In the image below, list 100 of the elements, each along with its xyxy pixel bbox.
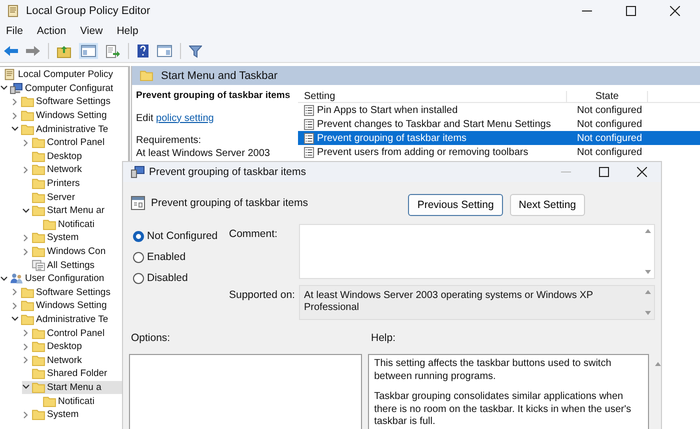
policy-setting-icon bbox=[304, 104, 314, 116]
help-paragraph: Taskbar grouping consolidates similar applications when there is no room on the taskbar. It kicks in when the user's taskbar is full. bbox=[374, 391, 632, 428]
radio-icon[interactable] bbox=[133, 272, 144, 284]
tree-item[interactable]: Control Panel bbox=[22, 136, 128, 150]
tree-item[interactable]: System bbox=[22, 231, 128, 245]
export-list-icon[interactable] bbox=[106, 44, 120, 58]
tree-item[interactable]: Software Settings bbox=[11, 286, 128, 300]
chevron-down-icon[interactable] bbox=[11, 126, 19, 132]
setting-window-icon bbox=[131, 196, 145, 210]
tree-item[interactable]: Computer Configurat bbox=[0, 82, 128, 96]
chevron-down-icon[interactable] bbox=[22, 208, 30, 214]
radio-option[interactable]: Enabled bbox=[133, 251, 229, 263]
supported-on-label: Supported on: bbox=[229, 288, 296, 303]
tree-item[interactable]: Control Panel bbox=[22, 326, 128, 340]
scroll-up-icon[interactable] bbox=[645, 229, 651, 233]
chevron-down-icon[interactable] bbox=[0, 85, 8, 92]
folder-up-icon[interactable] bbox=[57, 44, 71, 58]
tree-item[interactable]: Server bbox=[22, 190, 128, 204]
dialog-title: Prevent grouping of taskbar items bbox=[149, 166, 306, 178]
tree-item[interactable]: Administrative Te bbox=[11, 312, 128, 326]
requirements-label: Requirements: bbox=[136, 135, 202, 148]
tree-item[interactable]: Network bbox=[22, 163, 128, 177]
close-icon[interactable] bbox=[637, 167, 647, 177]
scroll-down-icon[interactable] bbox=[645, 311, 651, 315]
folder-icon bbox=[32, 328, 45, 339]
folder-icon bbox=[32, 192, 45, 203]
tree-item[interactable]: All Settings bbox=[22, 258, 128, 272]
scroll-up-icon[interactable] bbox=[645, 290, 651, 294]
nav-button[interactable]: Next Setting bbox=[510, 194, 585, 216]
menu-item[interactable]: File bbox=[6, 25, 23, 37]
policy-row[interactable]: Pin Apps to Start when installed Not configured bbox=[298, 103, 700, 117]
tree-item[interactable]: Start Menu ar bbox=[22, 204, 128, 218]
help-book-icon[interactable] bbox=[137, 44, 149, 58]
menu-item[interactable]: Help bbox=[116, 25, 138, 37]
folder-icon bbox=[32, 150, 45, 162]
tree-item[interactable]: Notificati bbox=[33, 394, 128, 408]
folder-icon bbox=[21, 96, 34, 108]
tree-item[interactable]: Shared Folder bbox=[22, 367, 128, 381]
chevron-right-icon[interactable] bbox=[23, 410, 29, 419]
chevron-right-icon[interactable] bbox=[23, 138, 29, 147]
tree-item[interactable]: Windows Con bbox=[22, 244, 128, 258]
folder-icon bbox=[21, 124, 34, 135]
chevron-down-icon[interactable] bbox=[0, 276, 8, 282]
options-label: Options: bbox=[131, 332, 172, 344]
tree-item[interactable]: Local Computer Policy bbox=[0, 68, 128, 82]
tree-pane-icon[interactable] bbox=[81, 45, 96, 57]
comment-label: Comment: bbox=[229, 227, 278, 242]
tree-item[interactable]: Desktop bbox=[22, 340, 128, 354]
chevron-down-icon[interactable] bbox=[22, 384, 30, 390]
comment-field[interactable] bbox=[299, 224, 655, 279]
filter-icon[interactable] bbox=[189, 44, 202, 58]
back-arrow-icon[interactable] bbox=[4, 45, 18, 57]
folder-icon bbox=[32, 409, 45, 420]
folder-icon bbox=[140, 70, 153, 81]
policy-row[interactable]: Prevent users from adding or removing toolbars Not configured bbox=[298, 145, 700, 159]
nav-button[interactable]: Previous Setting bbox=[408, 194, 503, 216]
column-header[interactable]: Setting bbox=[298, 91, 567, 102]
tree-item[interactable]: Windows Setting bbox=[11, 299, 128, 313]
folder-icon bbox=[21, 110, 34, 122]
folder-icon bbox=[32, 232, 45, 244]
scroll-down-icon[interactable] bbox=[645, 270, 651, 274]
folder-icon bbox=[43, 218, 56, 230]
column-header[interactable]: State bbox=[567, 91, 648, 102]
maximize-icon[interactable] bbox=[626, 6, 636, 16]
folder-icon bbox=[32, 178, 45, 190]
policy-setting-icon bbox=[304, 118, 314, 130]
close-icon[interactable] bbox=[670, 6, 680, 16]
properties-pane-icon[interactable] bbox=[157, 45, 172, 57]
users-icon bbox=[10, 273, 23, 284]
forward-arrow-icon[interactable] bbox=[26, 45, 40, 57]
radio-icon[interactable] bbox=[133, 252, 144, 262]
radio-option[interactable]: Disabled bbox=[133, 272, 229, 284]
policy-app-icon bbox=[131, 166, 145, 178]
tree-item[interactable]: User Configuration bbox=[0, 272, 128, 286]
tree-item[interactable]: System bbox=[22, 408, 128, 422]
chevron-right-icon[interactable] bbox=[23, 166, 29, 174]
maximize-icon[interactable] bbox=[599, 167, 609, 177]
tree-item[interactable]: Notificati bbox=[33, 218, 128, 232]
policy-title: Prevent grouping of taskbar items bbox=[136, 90, 292, 102]
tree-item[interactable]: Windows Setting bbox=[11, 108, 128, 122]
setting-name: Prevent grouping of taskbar items bbox=[151, 197, 308, 209]
folder-icon bbox=[32, 205, 45, 216]
tree-item[interactable]: Desktop bbox=[22, 150, 128, 164]
policy-row[interactable]: Prevent changes to Taskbar and Start Menu Settings Not configured bbox=[298, 117, 700, 131]
tree-item[interactable]: Printers bbox=[22, 176, 128, 190]
policy-setting-link[interactable]: policy setting bbox=[156, 112, 214, 124]
chevron-down-icon[interactable] bbox=[11, 316, 19, 322]
radio-selected-icon[interactable] bbox=[133, 230, 144, 242]
tree-item[interactable]: Software Settings bbox=[11, 95, 128, 109]
policy-row[interactable]: Prevent grouping of taskbar items Not configured bbox=[298, 131, 700, 145]
menu-item[interactable]: Action bbox=[36, 25, 66, 37]
policy-document-icon bbox=[3, 68, 16, 82]
tree-item[interactable]: Administrative Te bbox=[11, 122, 128, 136]
settings-list-icon bbox=[32, 260, 45, 271]
menu-item[interactable]: View bbox=[80, 25, 103, 37]
pane-title: Start Menu and Taskbar bbox=[161, 70, 278, 82]
tree-item[interactable]: Network bbox=[22, 353, 128, 368]
radio-option[interactable]: Not Configured bbox=[133, 230, 229, 242]
folder-icon bbox=[32, 137, 45, 148]
scroll-up-icon[interactable] bbox=[655, 362, 661, 366]
